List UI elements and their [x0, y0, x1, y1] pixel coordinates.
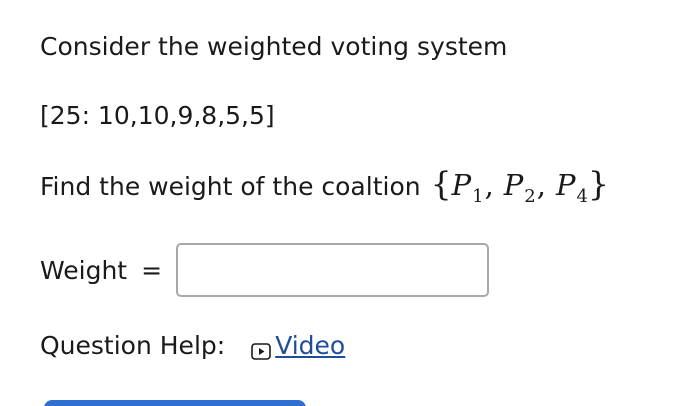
player-subscript: 2 — [524, 186, 536, 207]
question-help-row: Question Help: Video — [40, 331, 345, 360]
player-letter: P — [555, 168, 576, 202]
question-help-label: Question Help: — [40, 331, 226, 360]
submit-button[interactable] — [44, 400, 306, 406]
player-letter: P — [451, 168, 472, 202]
player-separator: , — [536, 168, 546, 202]
close-brace: } — [587, 164, 609, 203]
question-intro: Consider the weighted voting system — [40, 32, 508, 61]
player-letter: P — [503, 168, 524, 202]
weight-label: Weight — [40, 255, 128, 285]
voting-system: [25: 10,10,9,8,5,5] — [40, 101, 275, 130]
player-subscript: 4 — [576, 186, 588, 207]
player-separator: , — [484, 168, 494, 202]
coalition-set: { P1, P2, P4 } — [430, 164, 609, 207]
weight-answer-row: Weight = — [40, 243, 490, 297]
open-brace: { — [430, 164, 452, 203]
question-prompt-row: Find the weight of the coaltion { P1, P2… — [40, 164, 609, 207]
player-subscript: 1 — [472, 186, 484, 207]
question-prompt: Find the weight of the coaltion — [40, 172, 421, 201]
video-help-link[interactable]: Video — [251, 331, 345, 360]
weight-input[interactable] — [176, 243, 490, 297]
play-icon — [251, 337, 271, 360]
equals-sign: = — [141, 255, 163, 285]
video-link-label: Video — [275, 331, 346, 360]
